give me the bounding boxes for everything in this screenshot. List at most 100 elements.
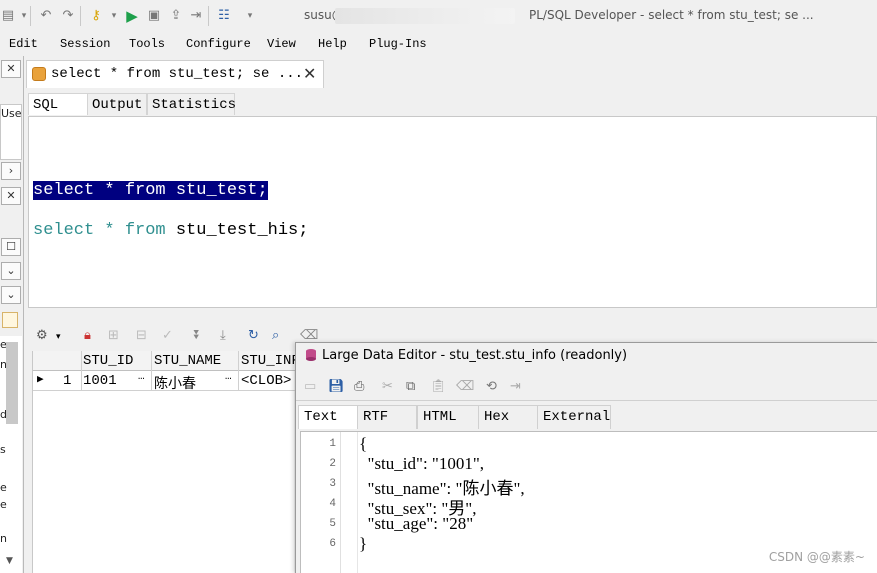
close-icon[interactable]: ✕: [1, 187, 21, 205]
tab-html[interactable]: HTML: [417, 405, 479, 429]
cut-icon[interactable]: ✂: [382, 379, 398, 395]
cell-ellipsis-button[interactable]: …: [225, 371, 232, 383]
json-line: "stu_id": "1001",: [359, 454, 485, 473]
line-number: 4: [329, 498, 336, 510]
copy-icon[interactable]: ⧉: [406, 379, 422, 395]
grid-settings-icon[interactable]: ⚙: [36, 328, 52, 344]
cell-stu-id[interactable]: 1001: [83, 373, 117, 389]
key-icon[interactable]: ⚷: [88, 8, 104, 24]
paste-icon[interactable]: 📋︎: [430, 379, 447, 395]
keyword-select: select: [33, 181, 95, 200]
fetch-last-icon[interactable]: ⤓: [220, 328, 236, 344]
scrollbar-thumb[interactable]: [6, 342, 18, 424]
print-icon[interactable]: ⎙: [354, 379, 370, 395]
cell-stu-name[interactable]: 陈小春: [154, 373, 196, 393]
title-bar: ▤ ▾ ↶ ↷ ⚷ ▾ ▶ ▣ ⇪ ⇥ ☷ ▾ susu@ PL/SQL Dev…: [0, 0, 877, 32]
column-header-stu-name[interactable]: STU_NAME: [154, 353, 221, 369]
code-line-1: select * from stu_test;: [33, 181, 268, 200]
fetch-next-icon[interactable]: ⏬︎: [194, 328, 210, 344]
tab-text[interactable]: Text: [298, 405, 358, 429]
tab-external[interactable]: External: [537, 405, 611, 429]
line-number: 5: [329, 518, 336, 530]
cell-ellipsis-button[interactable]: …: [138, 371, 145, 383]
table-name: stu_test;: [165, 181, 268, 200]
sql-window-tab[interactable]: select * from stu_test; se ... ✕: [26, 60, 324, 88]
title-redacted-area: [335, 8, 515, 24]
refresh-icon[interactable]: ↻: [248, 328, 264, 344]
large-data-editor-toolbar: ▭ 💾︎ ⎙ ✂ ⧉ 📋︎ ⌫ ⟲ ⇥: [296, 373, 877, 401]
post-changes-icon[interactable]: ✓: [162, 328, 178, 344]
line-number: 1: [329, 438, 336, 450]
menu-help[interactable]: Help: [318, 37, 347, 51]
close-icon[interactable]: ✕: [1, 60, 21, 78]
open-icon[interactable]: ▭: [304, 379, 320, 395]
table-row[interactable]: ▶ 1 1001 … 陈小春 … <CLOB>: [33, 371, 303, 393]
insert-record-icon[interactable]: ⊞: [108, 328, 124, 344]
grid-header: STU_ID STU_NAME STU_INF: [33, 351, 303, 371]
list-text-fragment: Use: [1, 107, 22, 120]
menu-session[interactable]: Session: [60, 37, 110, 51]
splitter[interactable]: [28, 308, 877, 322]
line-number: 2: [329, 458, 336, 470]
objects-tree[interactable]: e n d s e e n ▼: [0, 336, 22, 573]
column-header-stu-info[interactable]: STU_INF: [241, 353, 300, 369]
left-side-panel: ✕ Use › ✕ ☐ ⌄ ⌄ e n d s e e n ▼: [0, 56, 24, 573]
cell-stu-info[interactable]: <CLOB>: [241, 373, 291, 389]
column-header-stu-id[interactable]: STU_ID: [83, 353, 133, 369]
settings-columns-icon[interactable]: ☷: [216, 8, 232, 24]
row-number: 1: [63, 373, 72, 389]
line-number: 3: [329, 478, 336, 490]
chevron-down-icon[interactable]: ⌄: [1, 262, 21, 280]
menu-tools[interactable]: Tools: [129, 37, 165, 51]
operator: *: [94, 181, 125, 200]
scroll-down-icon[interactable]: ▼: [6, 556, 13, 566]
window-title: PL/SQL Developer - select * from stu_tes…: [529, 8, 814, 22]
chevron-down-icon[interactable]: ⌄: [1, 286, 21, 304]
customize-arrow-icon[interactable]: ▾: [242, 8, 258, 24]
tab-sql[interactable]: SQL: [28, 93, 88, 115]
dropdown-arrow-icon[interactable]: ▾: [106, 8, 122, 24]
table-name: stu_test_his;: [165, 221, 309, 240]
menu-view[interactable]: View: [267, 37, 296, 51]
new-object-icon[interactable]: [2, 312, 18, 328]
large-data-editor-title: Large Data Editor - stu_test.stu_info (r…: [322, 348, 628, 363]
commit-icon[interactable]: ⇪: [168, 8, 184, 24]
indent-icon[interactable]: ⇥: [510, 379, 526, 395]
erase-icon[interactable]: ⌫: [456, 379, 474, 395]
menu-configure[interactable]: Configure: [186, 37, 251, 51]
delete-record-icon[interactable]: ⊟: [136, 328, 152, 344]
toolbar-separator: [208, 6, 209, 26]
lock-icon[interactable]: ▣: [146, 8, 162, 24]
tab-rtf[interactable]: RTF: [357, 405, 417, 429]
sql-window-tab-label: select * from stu_test; se ...: [51, 66, 304, 82]
json-line: {: [359, 434, 368, 453]
menu-edit[interactable]: Edit: [9, 37, 38, 51]
lock-icon[interactable]: 🔒︎: [84, 328, 100, 344]
tab-output[interactable]: Output: [87, 93, 147, 115]
checkbox-icon[interactable]: ☐: [1, 238, 21, 256]
object-list[interactable]: Use: [0, 104, 22, 160]
large-data-editor-window[interactable]: Large Data Editor - stu_test.stu_info (r…: [295, 342, 877, 573]
menu-bar: Edit Session Tools Configure View Help P…: [0, 32, 877, 56]
chevron-right-icon[interactable]: ›: [1, 162, 21, 180]
undo-icon[interactable]: ↶: [38, 8, 54, 24]
rollback-icon[interactable]: ⇥: [188, 8, 204, 24]
save-icon[interactable]: 💾︎: [328, 379, 345, 395]
tree-text-fragment: e: [0, 481, 7, 494]
tab-statistics[interactable]: Statistics: [147, 93, 236, 115]
tab-hex[interactable]: Hex: [478, 405, 538, 429]
close-icon[interactable]: ✕: [303, 64, 316, 83]
dropdown-arrow-icon[interactable]: ▾: [56, 332, 72, 348]
menu-plugins[interactable]: Plug-Ins: [369, 37, 427, 51]
redo-icon[interactable]: ↷: [60, 8, 76, 24]
word-wrap-icon[interactable]: ⟲: [486, 379, 502, 395]
json-line: }: [359, 534, 368, 553]
tree-text-fragment: n: [0, 532, 7, 545]
sql-editor[interactable]: select * from stu_test; select * from st…: [28, 116, 877, 308]
result-grid[interactable]: STU_ID STU_NAME STU_INF ▶ 1 1001 … 陈小春 ……: [32, 351, 303, 573]
tree-text-fragment: s: [0, 443, 6, 456]
run-icon[interactable]: ▶: [124, 8, 140, 24]
database-icon: [306, 349, 316, 361]
printer-icon[interactable]: ▤: [0, 8, 16, 24]
find-icon[interactable]: ⌕: [272, 328, 288, 344]
